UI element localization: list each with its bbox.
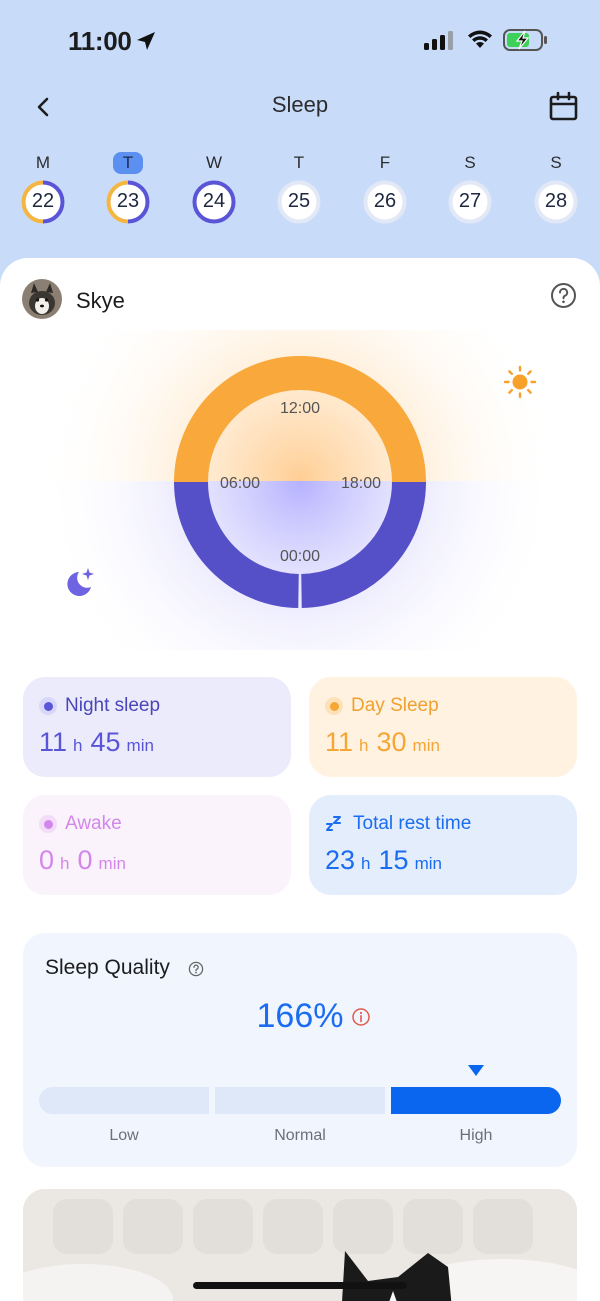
quality-label-low: Low xyxy=(109,1127,139,1144)
day-date: 24 xyxy=(202,190,226,212)
day-date: 27 xyxy=(458,190,482,212)
day-28[interactable]: S 28 xyxy=(526,152,586,224)
night-sleep-minutes-unit: min xyxy=(126,736,154,755)
total-rest-label: Total rest time xyxy=(353,813,472,834)
night-sleep-minutes: 45 xyxy=(90,727,121,757)
total-rest-minutes-unit: min xyxy=(414,854,442,873)
day-date: 22 xyxy=(31,190,55,212)
pet-name[interactable]: Skye xyxy=(76,288,125,314)
day-27[interactable]: S 27 xyxy=(440,152,500,224)
quality-marker-icon xyxy=(468,1065,484,1076)
wifi-icon xyxy=(468,30,492,48)
night-sleep-dot-icon xyxy=(39,697,57,715)
night-sleep-hours-unit: h xyxy=(73,736,83,755)
day-letter: T xyxy=(293,153,305,172)
day-date: 28 xyxy=(544,190,568,212)
pet-avatar[interactable] xyxy=(22,279,62,319)
calendar-button[interactable] xyxy=(547,90,581,124)
day-sleep-hours: 11 xyxy=(325,727,354,757)
question-circle-icon xyxy=(551,283,576,308)
awake-label: Awake xyxy=(65,813,122,834)
total-rest-hours-unit: h xyxy=(361,854,371,873)
quality-bar-normal xyxy=(215,1087,385,1114)
day-date: 26 xyxy=(373,190,397,212)
day-letter: M xyxy=(35,153,51,172)
dog-photo-icon xyxy=(22,279,62,319)
day-25[interactable]: T 25 xyxy=(269,152,329,224)
quality-label-normal: Normal xyxy=(274,1127,326,1144)
day-sleep-hours-unit: h xyxy=(359,736,369,755)
awake-dot-icon xyxy=(39,815,57,833)
night-glow xyxy=(40,481,560,650)
awake-hours: 0 xyxy=(39,845,55,875)
day-23[interactable]: T 23 xyxy=(98,152,158,224)
status-bar: 11:00 xyxy=(0,0,600,80)
day-26[interactable]: F 26 xyxy=(355,152,415,224)
question-circle-icon[interactable] xyxy=(188,961,204,977)
cellular-signal-icon xyxy=(424,31,453,50)
quality-label-high: High xyxy=(459,1127,493,1144)
awake-minutes: 0 xyxy=(77,845,93,875)
awake-hours-unit: h xyxy=(60,854,70,873)
moon-stars-icon xyxy=(67,568,94,596)
battery-charging-icon xyxy=(503,29,547,51)
day-24[interactable]: W 24 xyxy=(184,152,244,224)
awake-tile[interactable]: Awake 0 h 0 min xyxy=(23,795,291,895)
day-date: 25 xyxy=(287,190,311,212)
day-sleep-minutes: 30 xyxy=(376,727,407,757)
day-letter: T xyxy=(113,152,143,174)
day-sleep-minutes-unit: min xyxy=(412,736,440,755)
clock-label-left: 06:00 xyxy=(220,475,260,492)
sleep-quality-card: Sleep Quality 166% Low Normal High xyxy=(23,933,577,1167)
awake-minutes-unit: min xyxy=(98,854,126,873)
home-indicator xyxy=(193,1282,407,1289)
info-circle-icon[interactable] xyxy=(351,1007,371,1027)
status-time: 11:00 xyxy=(68,26,132,56)
night-sleep-tile[interactable]: Night sleep 11 h 45 min xyxy=(23,677,291,777)
sleep-quality-title: Sleep Quality xyxy=(45,956,170,979)
day-letter: F xyxy=(379,153,391,172)
clock-label-bottom: 00:00 xyxy=(280,548,320,565)
day-sleep-tile[interactable]: Day Sleep 11 h 30 min xyxy=(309,677,577,777)
page-title: Sleep xyxy=(271,92,329,117)
quality-bar-high xyxy=(391,1087,561,1114)
total-rest-minutes: 15 xyxy=(378,845,409,875)
day-letter: W xyxy=(205,153,223,172)
day-22[interactable]: M 22 xyxy=(13,152,73,224)
total-rest-tile[interactable]: Total rest time 23 h 15 min xyxy=(309,795,577,895)
location-arrow-icon xyxy=(137,32,155,50)
zzz-icon xyxy=(326,816,341,831)
night-sleep-hours: 11 xyxy=(39,727,68,757)
calendar-icon xyxy=(549,91,578,121)
quality-bar-low xyxy=(39,1087,209,1114)
help-button[interactable] xyxy=(550,282,577,309)
day-sleep-dot-icon xyxy=(325,697,343,715)
day-sleep-label: Day Sleep xyxy=(351,695,439,716)
sleep-quality-value: 166% xyxy=(256,997,344,1035)
day-date: 23 xyxy=(116,190,140,212)
total-rest-hours: 23 xyxy=(325,845,356,875)
day-letter: S xyxy=(464,153,476,172)
sun-icon xyxy=(503,365,537,399)
day-letter: S xyxy=(550,153,562,172)
clock-label-right: 18:00 xyxy=(341,475,381,492)
night-sleep-label: Night sleep xyxy=(65,695,161,716)
clock-label-top: 12:00 xyxy=(280,400,320,417)
